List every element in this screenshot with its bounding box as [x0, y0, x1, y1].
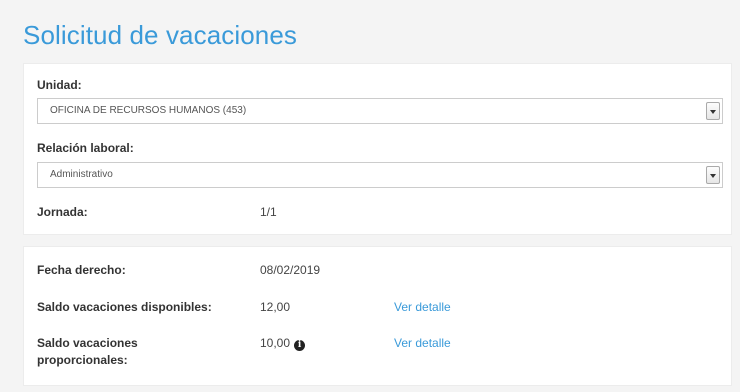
balance-card: Fecha derecho: 08/02/2019 Saldo vacacion…	[23, 246, 732, 386]
relacion-select-value: Administrativo	[50, 169, 113, 180]
chevron-down-icon[interactable]	[706, 102, 720, 120]
saldo-proporcionales-value-group: 10,00 i	[260, 336, 306, 351]
saldo-disponibles-label: Saldo vacaciones disponibles:	[37, 300, 212, 314]
unidad-label: Unidad:	[37, 78, 82, 92]
relacion-select[interactable]: Administrativo	[37, 162, 723, 188]
info-icon[interactable]: i	[294, 340, 306, 351]
saldo-proporcionales-label-line1: Saldo vacaciones	[37, 336, 138, 350]
unidad-select-value: OFICINA DE RECURSOS HUMANOS (453)	[50, 105, 247, 116]
jornada-label: Jornada:	[37, 205, 88, 219]
fecha-derecho-value: 08/02/2019	[260, 263, 321, 277]
saldo-proporcionales-value: 10,00	[260, 336, 291, 350]
relacion-label: Relación laboral:	[37, 141, 134, 155]
saldo-disponibles-detail-link[interactable]: Ver detalle	[394, 300, 451, 314]
unidad-select[interactable]: OFICINA DE RECURSOS HUMANOS (453)	[37, 98, 723, 124]
saldo-proporcionales-label-line2: proporcionales:	[37, 353, 128, 367]
saldo-disponibles-value: 12,00	[260, 300, 291, 314]
saldo-proporcionales-label: Saldo vacaciones proporcionales:	[37, 335, 138, 369]
page-title: Solicitud de vacaciones	[23, 20, 298, 50]
chevron-down-icon[interactable]	[706, 166, 720, 184]
employment-card: Unidad: OFICINA DE RECURSOS HUMANOS (453…	[23, 63, 732, 235]
fecha-derecho-label: Fecha derecho:	[37, 263, 126, 277]
jornada-value: 1/1	[260, 205, 277, 219]
saldo-proporcionales-detail-link[interactable]: Ver detalle	[394, 336, 451, 350]
